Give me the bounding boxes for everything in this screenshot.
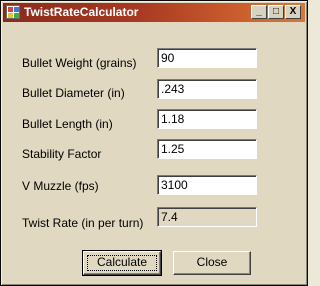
stability-factor-label: Stability Factor (22, 147, 102, 161)
app-icon[interactable] (6, 5, 20, 19)
calculate-button[interactable]: Calculate (82, 250, 162, 276)
maximize-button[interactable]: □ (268, 5, 284, 19)
app-window: TwistRateCalculator _ □ X Bullet Weight … (0, 0, 308, 286)
bullet-diameter-input[interactable] (157, 79, 257, 99)
stability-factor-input[interactable] (157, 139, 257, 159)
v-muzzle-label: V Muzzle (fps) (22, 179, 99, 193)
bullet-weight-label: Bullet Weight (grains) (22, 56, 137, 70)
v-muzzle-input[interactable] (157, 175, 257, 195)
focus-ring (87, 255, 157, 271)
bullet-weight-input[interactable] (157, 48, 257, 68)
window-title: TwistRateCalculator (24, 5, 139, 19)
close-button-label: Close (196, 255, 228, 269)
close-button[interactable]: Close (173, 251, 251, 275)
minimize-button[interactable]: _ (251, 5, 267, 19)
title-bar[interactable]: TwistRateCalculator _ □ X (3, 3, 305, 22)
bullet-length-input[interactable] (157, 109, 257, 129)
bullet-length-label: Bullet Length (in) (22, 117, 113, 131)
twist-rate-output[interactable] (157, 207, 257, 227)
bullet-diameter-label: Bullet Diameter (in) (22, 86, 125, 100)
twist-rate-label: Twist Rate (in per turn) (22, 216, 144, 230)
close-window-button[interactable]: X (285, 5, 301, 19)
